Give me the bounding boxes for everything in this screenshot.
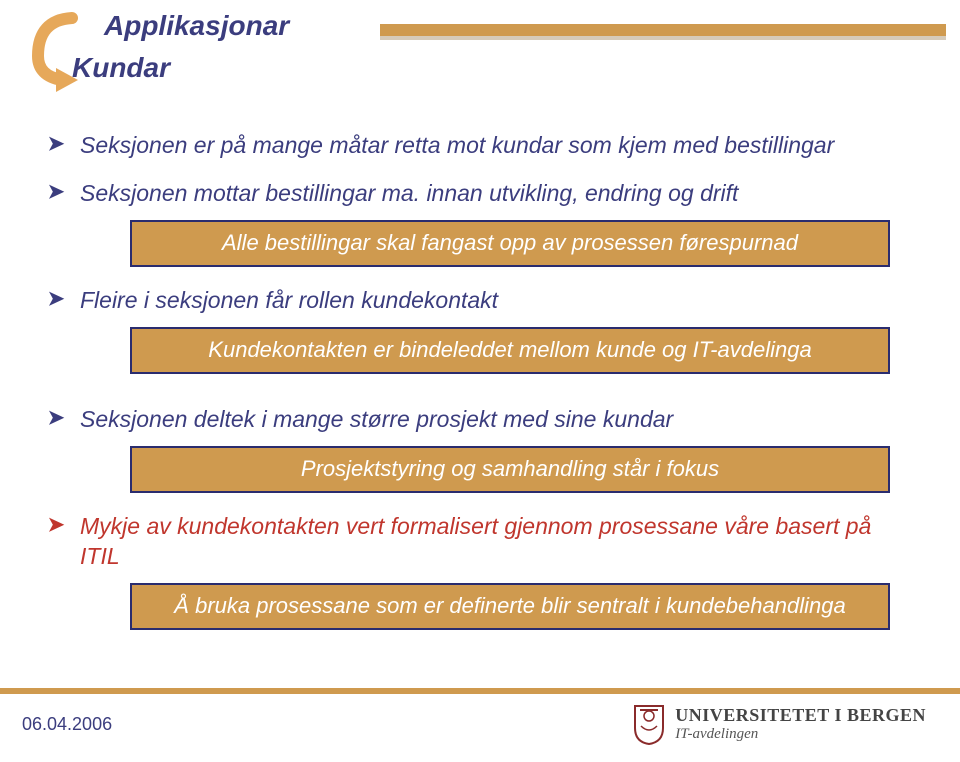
bullet-4: ➤ Seksjonen deltek i mange større prosje… (44, 404, 912, 434)
bullet-1: ➤ Seksjonen er på mange måtar retta mot … (44, 130, 912, 160)
callout-4: Prosjektstyring og samhandling står i fo… (130, 446, 890, 493)
curved-arrow-icon (26, 10, 86, 100)
footer-rule (0, 688, 960, 694)
university-name: UNIVERSITETET I BERGEN (675, 705, 926, 726)
university-crest-icon (631, 702, 667, 746)
header: Applikasjonar Kundar (0, 0, 960, 84)
footer-date: 06.04.2006 (22, 714, 112, 735)
bullet-4-text: Seksjonen deltek i mange større prosjekt… (80, 404, 673, 434)
bullet-5: ➤ Mykje av kundekontakten vert formalise… (44, 511, 912, 571)
header-rule-shadow (380, 36, 946, 40)
bullet-2-text: Seksjonen mottar bestillingar ma. innan … (80, 178, 738, 208)
bullet-marker-icon: ➤ (44, 130, 68, 160)
bullet-1-text: Seksjonen er på mange måtar retta mot ku… (80, 130, 834, 160)
callout-3: Kundekontakten er bindeleddet mellom kun… (130, 327, 890, 374)
bullet-3: ➤ Fleire i seksjonen får rollen kundekon… (44, 285, 912, 315)
header-rule (380, 24, 946, 36)
bullet-5-text: Mykje av kundekontakten vert formalisert… (80, 511, 912, 571)
department-name: IT-avdelingen (675, 726, 926, 743)
callout-2: Alle bestillingar skal fangast opp av pr… (130, 220, 890, 267)
bullet-3-text: Fleire i seksjonen får rollen kundekonta… (80, 285, 498, 315)
bullet-marker-icon: ➤ (44, 511, 68, 571)
title-line-2: Kundar (72, 52, 289, 84)
bullet-marker-icon: ➤ (44, 285, 68, 315)
slide: Applikasjonar Kundar ➤ Seksjonen er på m… (0, 0, 960, 762)
bullet-marker-icon: ➤ (44, 178, 68, 208)
bullet-marker-icon: ➤ (44, 404, 68, 434)
callout-5: Å bruka prosessane som er definerte blir… (130, 583, 890, 630)
bullet-2: ➤ Seksjonen mottar bestillingar ma. inna… (44, 178, 912, 208)
footer: 06.04.2006 UNIVERSITETET I BERGEN IT-avd… (0, 702, 960, 746)
title-line-1: Applikasjonar (104, 10, 289, 42)
footer-right: UNIVERSITETET I BERGEN IT-avdelingen (631, 702, 926, 746)
content: ➤ Seksjonen er på mange måtar retta mot … (0, 84, 960, 630)
